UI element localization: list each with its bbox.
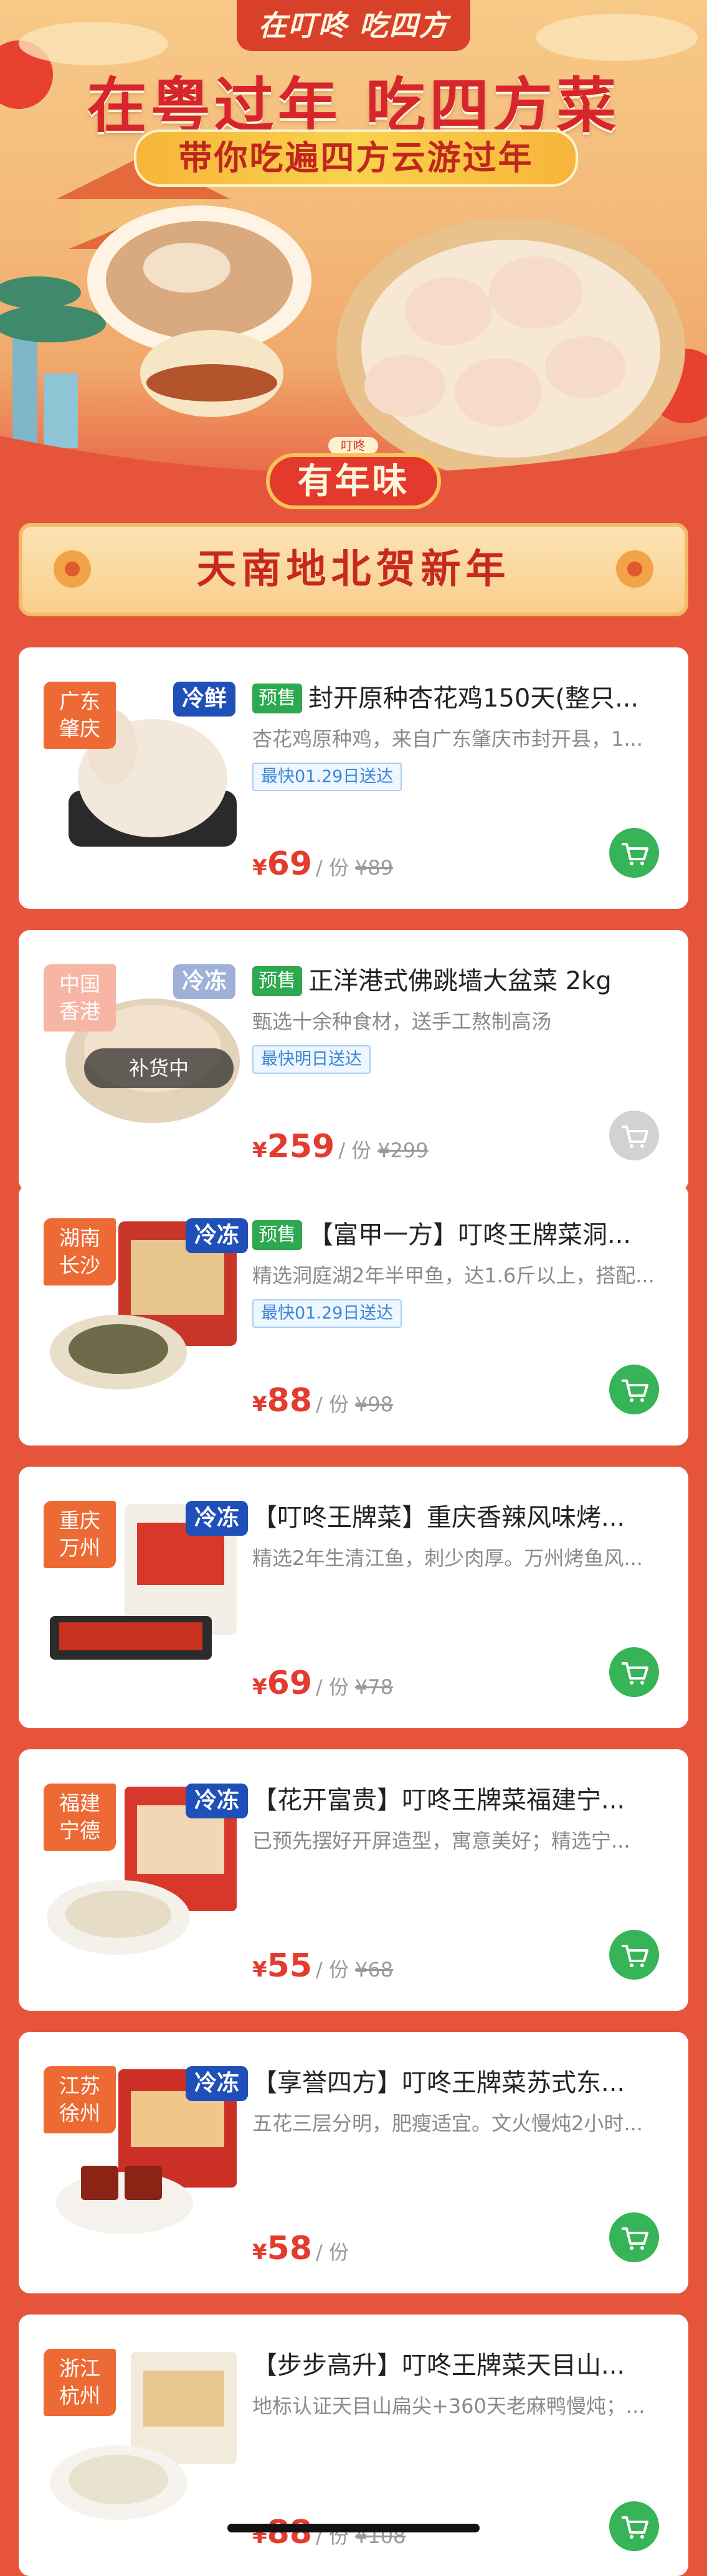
price-row: ¥69/ 份 ¥89 (252, 845, 394, 883)
product-title[interactable]: 正洋港式佛跳墙大盆菜 2kg (308, 961, 612, 1001)
price-row: ¥88/ 份 ¥98 (252, 1382, 394, 1419)
cart-icon (622, 2516, 648, 2539)
temperature-tag: 冷冻 (173, 964, 235, 999)
product-title-row[interactable]: 预售 正洋港式佛跳墙大盆菜 2kg (252, 961, 676, 1001)
nianwei-badge: 叮咚 有年味 (266, 437, 441, 510)
presale-badge: 预售 (252, 966, 302, 996)
product-title[interactable]: 封开原种杏花鸡150天(整只... (308, 679, 638, 718)
product-title[interactable]: 【叮咚王牌菜】重庆香辣风味烤... (252, 1498, 625, 1538)
original-price: ¥89 (355, 856, 394, 880)
price-row: ¥69/ 份 ¥78 (252, 1665, 394, 1702)
temperature-tag: 冷冻 (186, 1784, 248, 1818)
product-title-row[interactable]: 【花开富贵】叮咚王牌菜福建宁... (252, 1780, 676, 1820)
product-card[interactable]: 广东 肇庆 冷鲜 预售 封开原种杏花鸡150天(整只... 杏花鸡原种鸡，来自广东肇… (19, 647, 688, 909)
badge-brand: 叮咚 (328, 437, 378, 454)
product-card[interactable]: 中国 香港 冷冻 补货中 预售 正洋港式佛跳墙大盆菜 2kg 甄选十余种食材，送手工… (19, 930, 688, 1192)
product-description: 五花三层分明，肥瘦适宜。文火慢炖2小时... (252, 2112, 643, 2135)
product-title[interactable]: 【富甲一方】叮咚王牌菜洞... (308, 1215, 631, 1255)
add-to-cart-button[interactable] (609, 2501, 659, 2551)
region-tag: 湖南 长沙 (44, 1218, 116, 1286)
product-title-row[interactable]: 【享誉四方】叮咚王牌菜苏式东... (252, 2063, 676, 2103)
cart-icon (622, 1945, 648, 1967)
product-card[interactable]: 湖南 长沙 冷冻 预售 【富甲一方】叮咚王牌菜洞... 精选洞庭湖2年半甲鱼，达1.… (19, 1184, 688, 1445)
add-to-cart-button[interactable] (609, 1111, 659, 1160)
hero-subtitle: 带你吃遍四方云游过年 (134, 129, 578, 187)
cart-icon (622, 1126, 648, 1148)
product-description: 已预先摆好开屏造型，寓意美好；精选宁... (252, 1829, 630, 1853)
price: 88 (267, 2514, 313, 2551)
region-tag: 重庆 万州 (44, 1501, 116, 1568)
product-title[interactable]: 【花开富贵】叮咚王牌菜福建宁... (252, 1780, 625, 1820)
product-title[interactable]: 【享誉四方】叮咚王牌菜苏式东... (252, 2063, 625, 2103)
hero-tag: 在叮咚 吃四方 (237, 0, 470, 51)
product-description: 精选2年生清江鱼，刺少肉厚。万州烤鱼风... (252, 1546, 643, 1570)
presale-badge: 预售 (252, 684, 302, 713)
section-header: 天南地北贺新年 (19, 523, 688, 616)
region-tag: 福建 宁德 (44, 1784, 116, 1851)
delivery-tag: 最快01.29日送达 (252, 1299, 402, 1328)
product-title-row[interactable]: 预售 【富甲一方】叮咚王牌菜洞... (252, 1215, 676, 1255)
add-to-cart-button[interactable] (609, 1647, 659, 1697)
product-description: 杏花鸡原种鸡，来自广东肇庆市封开县，1... (252, 727, 643, 751)
product-description: 地标认证天目山扁尖+360天老麻鸭慢炖；... (252, 2394, 645, 2418)
cart-icon (622, 2227, 648, 2250)
section-title: 天南地北贺新年 (196, 546, 511, 593)
price: 259 (267, 1128, 335, 1165)
temperature-tag: 冷冻 (186, 2066, 248, 2101)
product-card[interactable]: 重庆 万州 冷冻 【叮咚王牌菜】重庆香辣风味烤... 精选2年生清江鱼，刺少肉厚。… (19, 1467, 688, 1728)
price: 69 (267, 845, 313, 883)
product-description: 甄选十余种食材，送手工熬制高汤 (252, 1010, 552, 1033)
price-row: ¥55/ 份 ¥68 (252, 1947, 394, 1985)
badge-label: 有年味 (266, 453, 441, 509)
restock-overlay: 补货中 (84, 1048, 234, 1088)
original-price: ¥98 (355, 1393, 394, 1416)
add-to-cart-button[interactable] (609, 1930, 659, 1980)
original-price: ¥78 (355, 1675, 394, 1699)
home-indicator[interactable] (227, 2524, 480, 2532)
product-title-row[interactable]: 【步步高升】叮咚王牌菜天目山... (252, 2346, 676, 2386)
region-tag: 浙江 杭州 (44, 2349, 116, 2416)
hero-banner: 在叮咚 吃四方 在粤过年 吃四方菜 带你吃遍四方云游过年 叮咚 有年味 (0, 0, 707, 510)
original-price: ¥299 (377, 1139, 429, 1162)
presale-badge: 预售 (252, 1220, 302, 1250)
region-tag: 江苏 徐州 (44, 2066, 116, 2133)
temperature-tag: 冷鲜 (173, 682, 235, 717)
original-price: ¥68 (355, 1958, 394, 1981)
price-row: ¥88/ 份 ¥108 (252, 2514, 406, 2551)
add-to-cart-button[interactable] (609, 1365, 659, 1414)
product-card[interactable]: 浙江 杭州 【步步高升】叮咚王牌菜天目山... 地标认证天目山扁尖+360天老麻鸭… (19, 2315, 688, 2576)
region-tag: 广东 肇庆 (44, 682, 116, 749)
price: 58 (267, 2230, 313, 2267)
delivery-tag: 最快01.29日送达 (252, 763, 402, 791)
price-row: ¥259/ 份 ¥299 (252, 1128, 429, 1165)
add-to-cart-button[interactable] (609, 828, 659, 878)
cart-icon (622, 1662, 648, 1685)
region-tag: 中国 香港 (44, 964, 116, 1032)
cart-icon (622, 1380, 648, 1402)
temperature-tag: 冷冻 (186, 1501, 248, 1536)
product-card[interactable]: 江苏 徐州 冷冻 【享誉四方】叮咚王牌菜苏式东... 五花三层分明，肥瘦适宜。文火… (19, 2032, 688, 2293)
product-card[interactable]: 福建 宁德 冷冻 【花开富贵】叮咚王牌菜福建宁... 已预先摆好开屏造型，寓意美好… (19, 1749, 688, 2011)
price: 69 (267, 1665, 313, 1702)
temperature-tag: 冷冻 (186, 1218, 248, 1253)
product-title-row[interactable]: 预售 封开原种杏花鸡150天(整只... (252, 679, 676, 718)
price: 88 (267, 1382, 313, 1419)
price: 55 (267, 1947, 313, 1985)
product-title[interactable]: 【步步高升】叮咚王牌菜天目山... (252, 2346, 625, 2386)
price-row: ¥58/ 份 (252, 2230, 349, 2267)
delivery-tag: 最快明日送达 (252, 1045, 371, 1074)
product-title-row[interactable]: 【叮咚王牌菜】重庆香辣风味烤... (252, 1498, 676, 1538)
cart-icon (622, 843, 648, 865)
add-to-cart-button[interactable] (609, 2212, 659, 2262)
product-description: 精选洞庭湖2年半甲鱼，达1.6斤以上，搭配... (252, 1264, 655, 1287)
